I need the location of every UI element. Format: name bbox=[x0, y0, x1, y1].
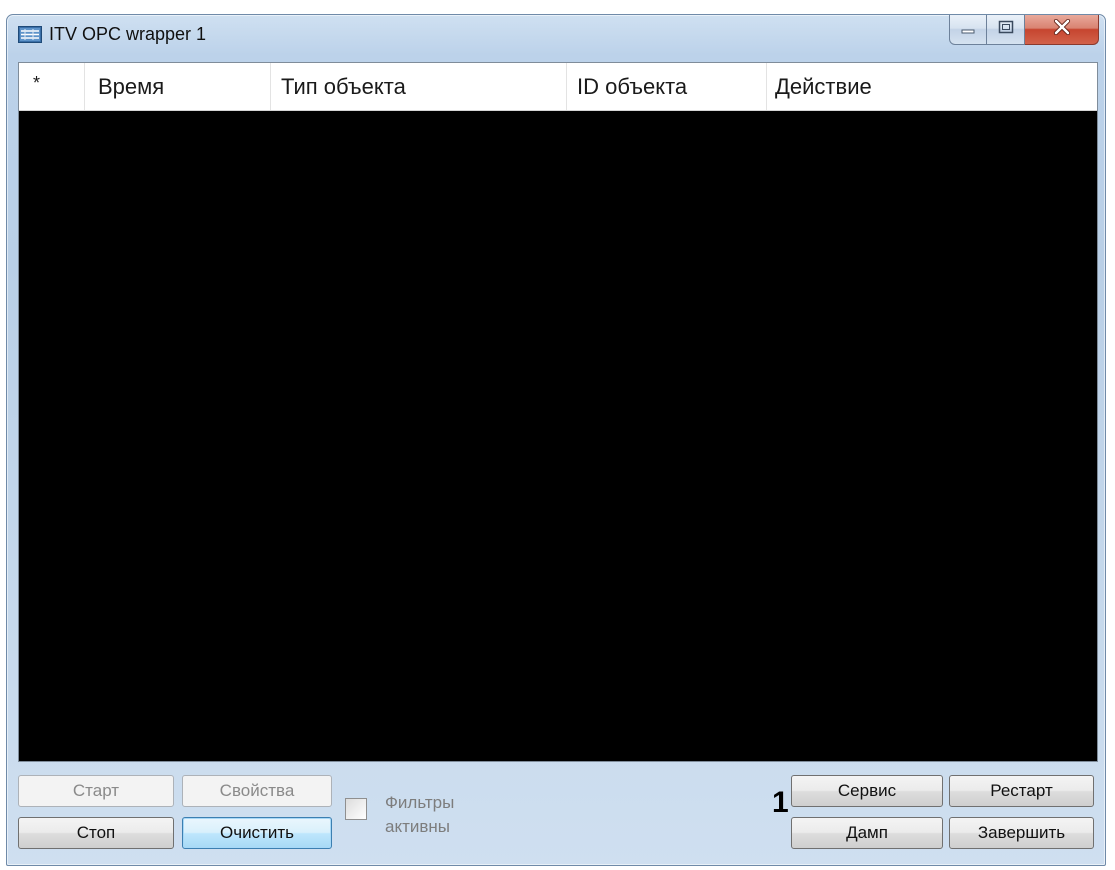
clear-button[interactable]: Очистить bbox=[182, 817, 332, 849]
stop-button[interactable]: Стоп bbox=[18, 817, 174, 849]
restart-button[interactable]: Рестарт bbox=[949, 775, 1094, 807]
close-icon bbox=[1053, 18, 1071, 40]
properties-button[interactable]: Свойства bbox=[182, 775, 332, 807]
minimize-icon bbox=[961, 21, 975, 39]
network-app-icon bbox=[18, 26, 42, 43]
column-header-action[interactable]: Действие bbox=[767, 63, 1097, 110]
finish-button[interactable]: Завершить bbox=[949, 817, 1094, 849]
table-header: * Время Тип объекта ID объекта Действие bbox=[19, 63, 1097, 111]
caption-buttons bbox=[949, 15, 1099, 45]
column-header-marker[interactable]: * bbox=[19, 63, 85, 110]
title-bar[interactable]: ITV OPC wrapper 1 bbox=[7, 15, 1105, 63]
start-button[interactable]: Старт bbox=[18, 775, 174, 807]
maximize-button[interactable] bbox=[987, 15, 1025, 45]
annotation-marker: 1 bbox=[772, 786, 789, 819]
column-header-object-id[interactable]: ID объекта bbox=[567, 63, 767, 110]
main-window: ITV OPC wrapper 1 * Время Тип объекта ID… bbox=[6, 14, 1106, 866]
filters-active-checkbox[interactable] bbox=[345, 798, 367, 820]
close-button[interactable] bbox=[1025, 15, 1099, 45]
filters-label-line2: активны bbox=[385, 817, 451, 836]
column-header-object-type[interactable]: Тип объекта bbox=[271, 63, 567, 110]
service-button[interactable]: Сервис bbox=[791, 775, 943, 807]
column-header-time[interactable]: Время bbox=[85, 63, 271, 110]
dump-button[interactable]: Дамп bbox=[791, 817, 943, 849]
event-log-list[interactable]: * Время Тип объекта ID объекта Действие bbox=[18, 62, 1098, 762]
minimize-button[interactable] bbox=[949, 15, 987, 45]
maximize-icon bbox=[998, 20, 1014, 39]
window-title: ITV OPC wrapper 1 bbox=[49, 24, 207, 44]
filters-label-line1: Фильтры bbox=[385, 793, 455, 812]
